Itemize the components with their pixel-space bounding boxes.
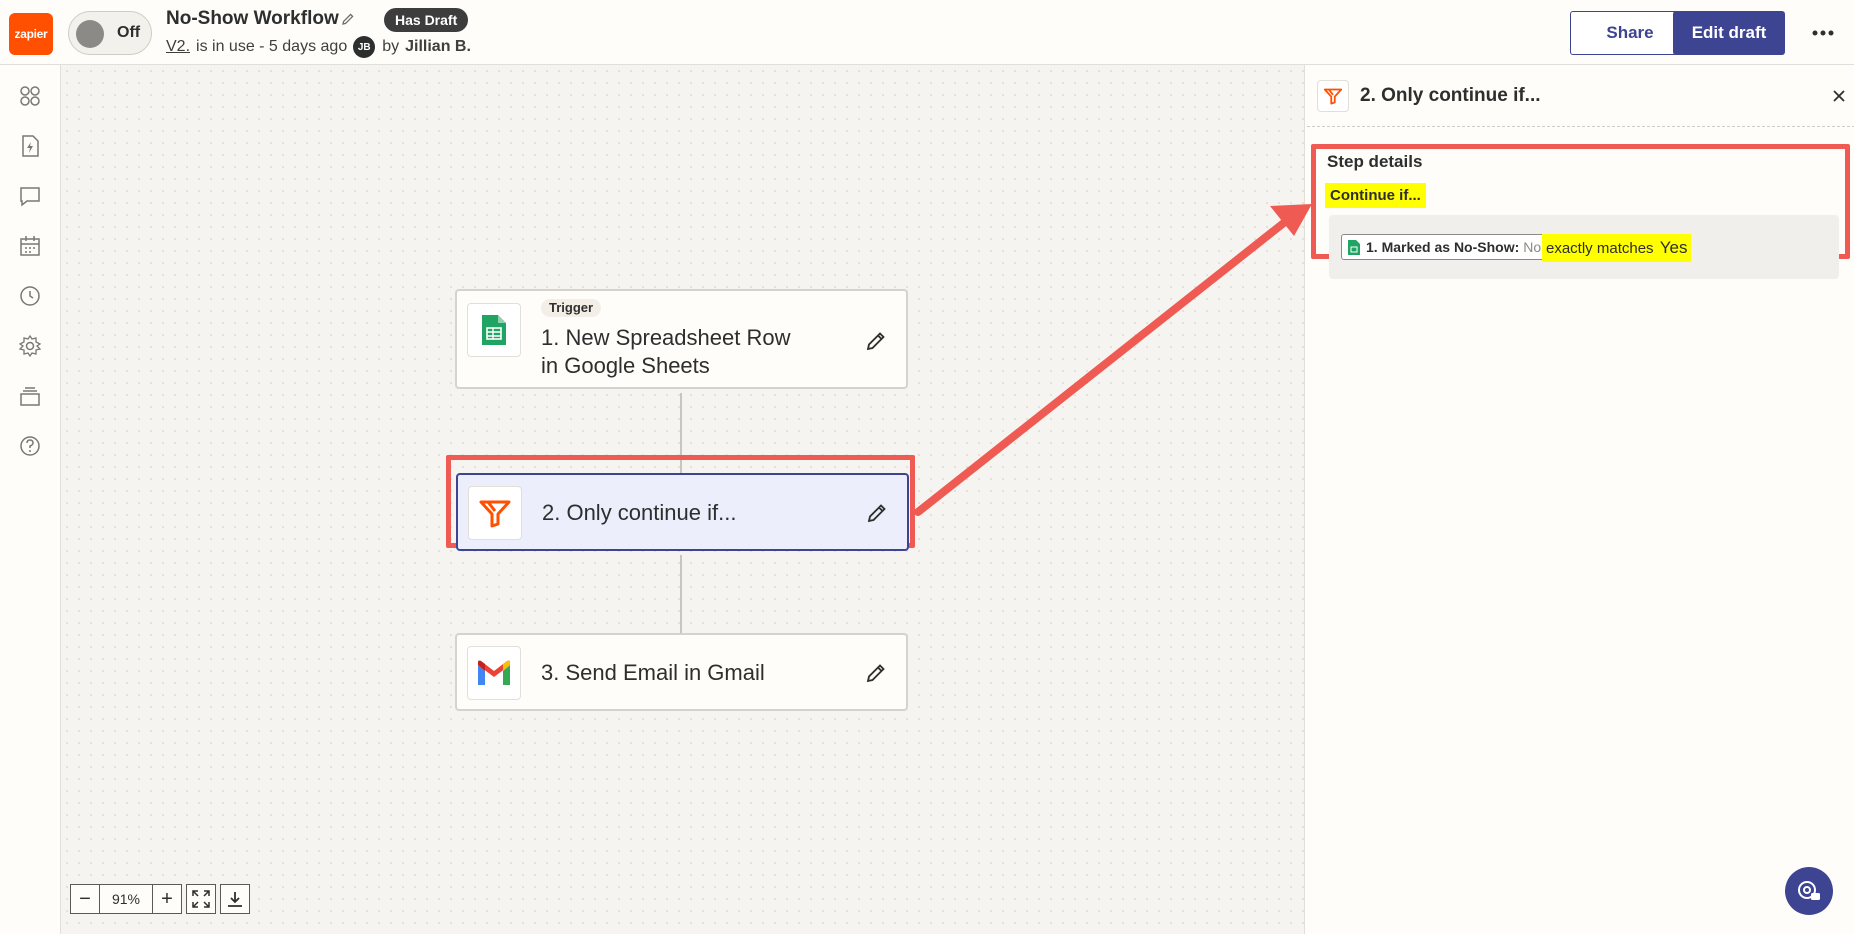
edit-pencil-icon[interactable] xyxy=(865,501,889,525)
step-title-line: 1. New Spreadsheet Row xyxy=(541,325,791,350)
zap-file-icon[interactable] xyxy=(17,133,43,159)
filter-icon xyxy=(468,486,522,540)
more-options-icon[interactable] xyxy=(1811,24,1835,42)
trigger-tag: Trigger xyxy=(541,299,602,317)
fit-view-button[interactable] xyxy=(186,884,216,914)
version-status-text: is in use - 5 days ago xyxy=(196,38,348,55)
step-title: 2. Only continue if... xyxy=(542,500,737,525)
google-sheets-icon xyxy=(467,303,521,357)
layers-icon[interactable] xyxy=(17,383,43,409)
version-link[interactable]: V2. xyxy=(166,38,190,56)
rename-pencil-icon[interactable] xyxy=(340,11,356,27)
continue-if-label: Continue if... xyxy=(1325,183,1426,208)
zoom-controls: − 91% + xyxy=(70,884,250,914)
settings-icon[interactable] xyxy=(17,333,43,359)
step-title-line: in Google Sheets xyxy=(541,353,710,378)
expand-icon xyxy=(192,890,210,908)
by-label: by xyxy=(382,38,400,55)
workflow-canvas[interactable]: Trigger 1. New Spreadsheet Row in Google… xyxy=(61,65,1304,934)
toggle-label: Off xyxy=(117,24,141,41)
gmail-icon xyxy=(467,646,521,700)
share-button[interactable]: Share xyxy=(1570,11,1690,55)
close-icon[interactable] xyxy=(1829,86,1849,106)
edit-pencil-icon[interactable] xyxy=(864,329,888,353)
toggle-knob xyxy=(76,20,104,48)
calendar-icon[interactable] xyxy=(17,233,43,259)
field-name: 1. Marked as No-Show: xyxy=(1366,239,1520,255)
step-title: 1. New Spreadsheet Row in Google Sheets xyxy=(541,324,790,380)
has-draft-badge: Has Draft xyxy=(384,8,469,32)
step-card-filter[interactable]: 2. Only continue if... xyxy=(456,473,909,551)
help-icon[interactable] xyxy=(17,433,43,459)
field-value: No xyxy=(1523,239,1542,255)
version-status-line: V2. is in use - 5 days ago JB by Jillian… xyxy=(166,36,471,58)
field-pill[interactable]: 1. Marked as No-Show: No xyxy=(1341,234,1549,260)
top-header: zapier Off No-Show Workflow Has Draft V2… xyxy=(0,0,1854,65)
edit-draft-button[interactable]: Edit draft xyxy=(1673,11,1785,55)
step-card-gmail[interactable]: 3. Send Email in Gmail xyxy=(455,633,908,711)
step-title: 3. Send Email in Gmail xyxy=(541,660,765,685)
step-card-trigger[interactable]: Trigger 1. New Spreadsheet Row in Google… xyxy=(455,289,908,389)
comment-icon[interactable] xyxy=(17,183,43,209)
filter-icon xyxy=(1317,80,1349,112)
operator-text: exactly matches xyxy=(1546,240,1654,257)
help-chat-button[interactable] xyxy=(1785,867,1833,915)
zoom-out-button[interactable]: − xyxy=(70,884,100,914)
download-button[interactable] xyxy=(220,884,250,914)
edit-pencil-icon[interactable] xyxy=(864,661,888,685)
step-details-panel: 2. Only continue if... Step details Cont… xyxy=(1304,65,1854,934)
condition-operator: exactly matches Yes xyxy=(1542,234,1692,262)
zoom-level: 91% xyxy=(100,884,152,914)
download-icon xyxy=(228,892,242,907)
zoom-in-button[interactable]: + xyxy=(152,884,182,914)
history-icon[interactable] xyxy=(17,283,43,309)
zap-on-off-toggle[interactable]: Off xyxy=(68,11,152,55)
author-name: Jillian B. xyxy=(405,38,471,55)
filter-condition: 1. Marked as No-Show: No exactly matches… xyxy=(1329,215,1839,279)
panel-divider xyxy=(1307,126,1854,127)
support-icon xyxy=(1798,881,1820,900)
left-sidebar xyxy=(0,65,61,934)
workflow-title[interactable]: No-Show Workflow xyxy=(166,8,339,30)
condition-value: Yes xyxy=(1659,238,1688,257)
zapier-logo[interactable]: zapier xyxy=(9,13,53,55)
step-details-heading: Step details xyxy=(1327,152,1423,171)
panel-title: 2. Only continue if... xyxy=(1360,85,1541,106)
avatar: JB xyxy=(353,36,376,58)
apps-icon[interactable] xyxy=(17,83,43,109)
google-sheets-icon xyxy=(1348,239,1360,255)
